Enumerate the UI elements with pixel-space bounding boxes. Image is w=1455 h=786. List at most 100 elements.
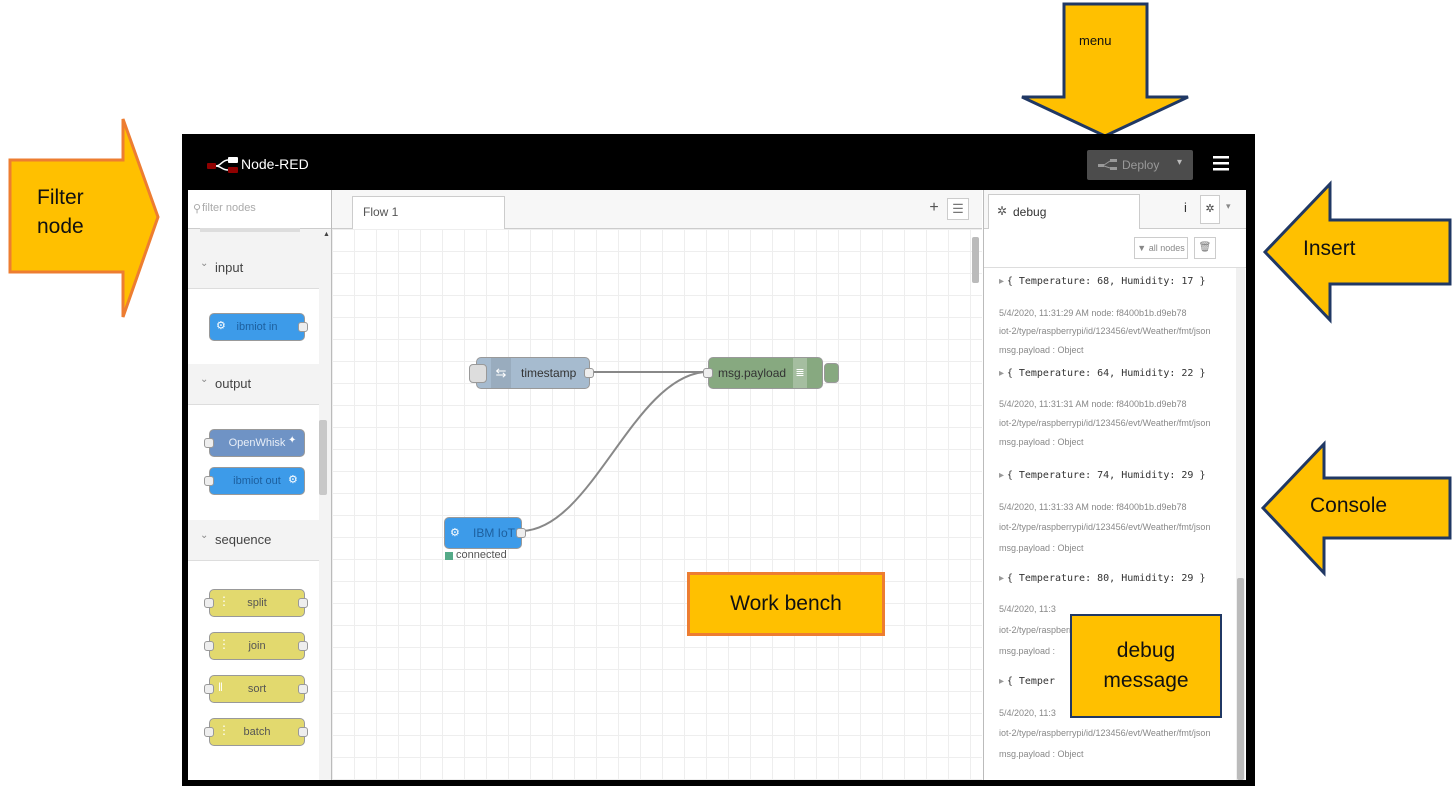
debug-message-topic: iot-2/type/raspberrypi/id/123456/evt/Wea… (999, 522, 1211, 532)
filter-all-nodes-button[interactable]: ▼ all nodes (1134, 237, 1188, 259)
filter-node-callout-label: Filter node (37, 183, 84, 241)
ibmiot-icon: ⚙ (288, 474, 298, 486)
debug-message-meta: 5/4/2020, 11:3 (999, 604, 1056, 614)
tab-flow-1-label: Flow 1 (363, 205, 399, 219)
flow-node-ibm-iot-label: IBM IoT (473, 526, 516, 540)
tab-flow-1[interactable]: Flow 1 (352, 196, 505, 229)
ibmiot-icon: ⚙ (450, 527, 460, 539)
debug-message-callout-line1: debug (1116, 639, 1176, 662)
wires (521, 370, 705, 532)
input-port (204, 684, 214, 694)
category-input[interactable]: ⌄ input (188, 248, 319, 289)
category-output-body: OpenWhisk ✦ ibmiot out ⚙ (188, 405, 319, 520)
flow-node-timestamp-label: timestamp (521, 366, 577, 380)
category-sequence-label: sequence (215, 532, 272, 547)
console-callout-label: Console (1310, 494, 1388, 517)
debug-message-label: msg.payload : Object (999, 345, 1084, 355)
app-title: Node-RED (241, 156, 309, 172)
node-palette: ⚲ filter nodes ▲ ⌄ input ⚙ ibmiot in ⌄ o… (188, 190, 332, 780)
sidebar-tab-bar: ✲ debug i ✲ ▾ (984, 190, 1246, 229)
category-output-label: output (215, 376, 252, 391)
debug-message-payload[interactable]: ▸ { Temperature: 74, Humidity: 29 } (999, 470, 1206, 481)
hamburger-menu-icon[interactable] (1213, 155, 1229, 171)
filter-node-callout-line2: node (37, 215, 84, 238)
flow-node-timestamp[interactable]: ⇆ timestamp (469, 357, 594, 389)
category-output[interactable]: ⌄ output (188, 364, 319, 405)
debug-scrollbar-thumb[interactable] (1237, 578, 1244, 780)
debug-message-payload[interactable]: ▸ { Temper (999, 676, 1055, 687)
input-port (204, 476, 214, 486)
workspace-tab-bar: Flow 1 ☰ + (332, 190, 982, 229)
info-icon[interactable]: i (1184, 200, 1187, 215)
input-port (204, 438, 214, 448)
payload-text: { Temperature: 68, Humidity: 17 } (1006, 276, 1206, 287)
filter-icon: ▼ (1137, 243, 1147, 253)
debug-message-label: msg.payload : Object (999, 749, 1084, 759)
input-port (204, 641, 214, 651)
tab-debug-label: debug (1013, 205, 1047, 219)
workspace: Flow 1 ☰ + ⇆ timestamp msg.payload ≣ ⚙ I… (332, 190, 982, 780)
palette-node-label: join (248, 640, 266, 652)
output-port (298, 727, 308, 737)
debug-toolbar: ▼ all nodes 🗑 (984, 229, 1246, 268)
category-input-body: ⚙ ibmiot in (188, 289, 319, 364)
node-red-logo-icon (207, 157, 238, 173)
app-header: Node-RED Deploy ▾ (182, 134, 1255, 190)
filter-all-nodes-label: all nodes (1148, 243, 1185, 253)
trash-icon[interactable]: 🗑 (1194, 237, 1216, 259)
insert-callout-label: Insert (1303, 237, 1356, 260)
debug-tab-icon[interactable]: ✲ (1200, 195, 1220, 224)
filter-nodes-placeholder: filter nodes (202, 202, 256, 214)
palette-node-ibmiot-in[interactable]: ⚙ ibmiot in (209, 313, 308, 341)
tab-debug[interactable]: ✲ debug (988, 194, 1140, 229)
debug-message-payload[interactable]: ▸ { Temperature: 68, Humidity: 17 } (999, 276, 1206, 287)
insert-callout-arrow (1262, 180, 1452, 324)
category-sequence-body: ⋮ split ⋮ join ‖ sort ⋮ batch (188, 561, 319, 780)
filter-node-callout-arrow (8, 118, 160, 318)
flow-node-ibm-iot[interactable]: ⚙ IBM IoT (444, 517, 526, 549)
debug-icon: ≣ (793, 358, 807, 388)
inject-button[interactable] (469, 364, 487, 383)
expand-icon: ▸ (999, 470, 1005, 481)
flow-node-debug[interactable]: msg.payload ≣ (703, 357, 839, 389)
palette-node-sort[interactable]: ‖ sort (204, 675, 308, 703)
bug-icon: ✲ (997, 204, 1008, 218)
palette-node-openwhisk[interactable]: OpenWhisk ✦ (204, 429, 305, 457)
debug-message-meta: 5/4/2020, 11:31:33 AM node: f8400b1b.d9e… (999, 502, 1187, 512)
debug-scrollbar-track[interactable] (1236, 268, 1245, 780)
debug-message-label: msg.payload : Object (999, 543, 1084, 553)
payload-text: { Temperature: 74, Humidity: 29 } (1006, 470, 1206, 481)
add-flow-icon[interactable]: + (924, 198, 944, 218)
deploy-button[interactable]: Deploy ▾ (1087, 150, 1193, 180)
flow-canvas[interactable]: ⇆ timestamp msg.payload ≣ ⚙ IBM IoT conn… (332, 229, 982, 780)
list-flows-icon[interactable]: ☰ (947, 198, 969, 220)
sort-icon: ‖ (218, 680, 223, 694)
debug-message-topic: iot-2/type/raspberrypi/id/123456/evt/Wea… (999, 728, 1211, 738)
chevron-down-icon[interactable]: ▾ (1226, 201, 1231, 212)
search-icon: ⚲ (193, 203, 202, 215)
expand-icon: ▸ (999, 368, 1005, 379)
debug-message-meta: 5/4/2020, 11:3 (999, 708, 1056, 718)
filter-nodes-input[interactable]: ⚲ filter nodes (188, 190, 331, 229)
debug-message-payload[interactable]: ▸ { Temperature: 64, Humidity: 22 } (999, 368, 1206, 379)
debug-message-callout: debug message (1070, 614, 1222, 718)
category-sequence[interactable]: ⌄ sequence (188, 520, 319, 561)
debug-message-topic: iot-2/type/raspberrypi/id/123456/evt/Wea… (999, 326, 1211, 336)
palette-node-split[interactable]: ⋮ split (204, 589, 308, 617)
expand-icon: ▸ (999, 676, 1005, 687)
debug-message-label: msg.payload : Object (999, 437, 1084, 447)
deploy-caret-icon[interactable]: ▾ (1177, 157, 1182, 168)
palette-scrollbar[interactable] (319, 420, 327, 495)
palette-node-join[interactable]: ⋮ join (204, 632, 308, 660)
palette-node-batch[interactable]: ⋮ batch (204, 718, 308, 746)
filter-node-callout-line1: Filter (37, 186, 84, 209)
flow-node-debug-label: msg.payload (718, 366, 787, 380)
chevron-down-icon: ⌄ (200, 258, 209, 269)
chevron-down-icon: ⌄ (200, 530, 209, 541)
payload-text: { Temperature: 64, Humidity: 22 } (1006, 368, 1206, 379)
palette-scroll-up-icon[interactable]: ▲ (323, 231, 330, 238)
debug-toggle-button[interactable] (824, 363, 839, 383)
palette-node-ibmiot-out[interactable]: ibmiot out ⚙ (204, 467, 305, 495)
palette-node-label: OpenWhisk (228, 437, 286, 449)
debug-message-payload[interactable]: ▸ { Temperature: 80, Humidity: 29 } (999, 573, 1206, 584)
